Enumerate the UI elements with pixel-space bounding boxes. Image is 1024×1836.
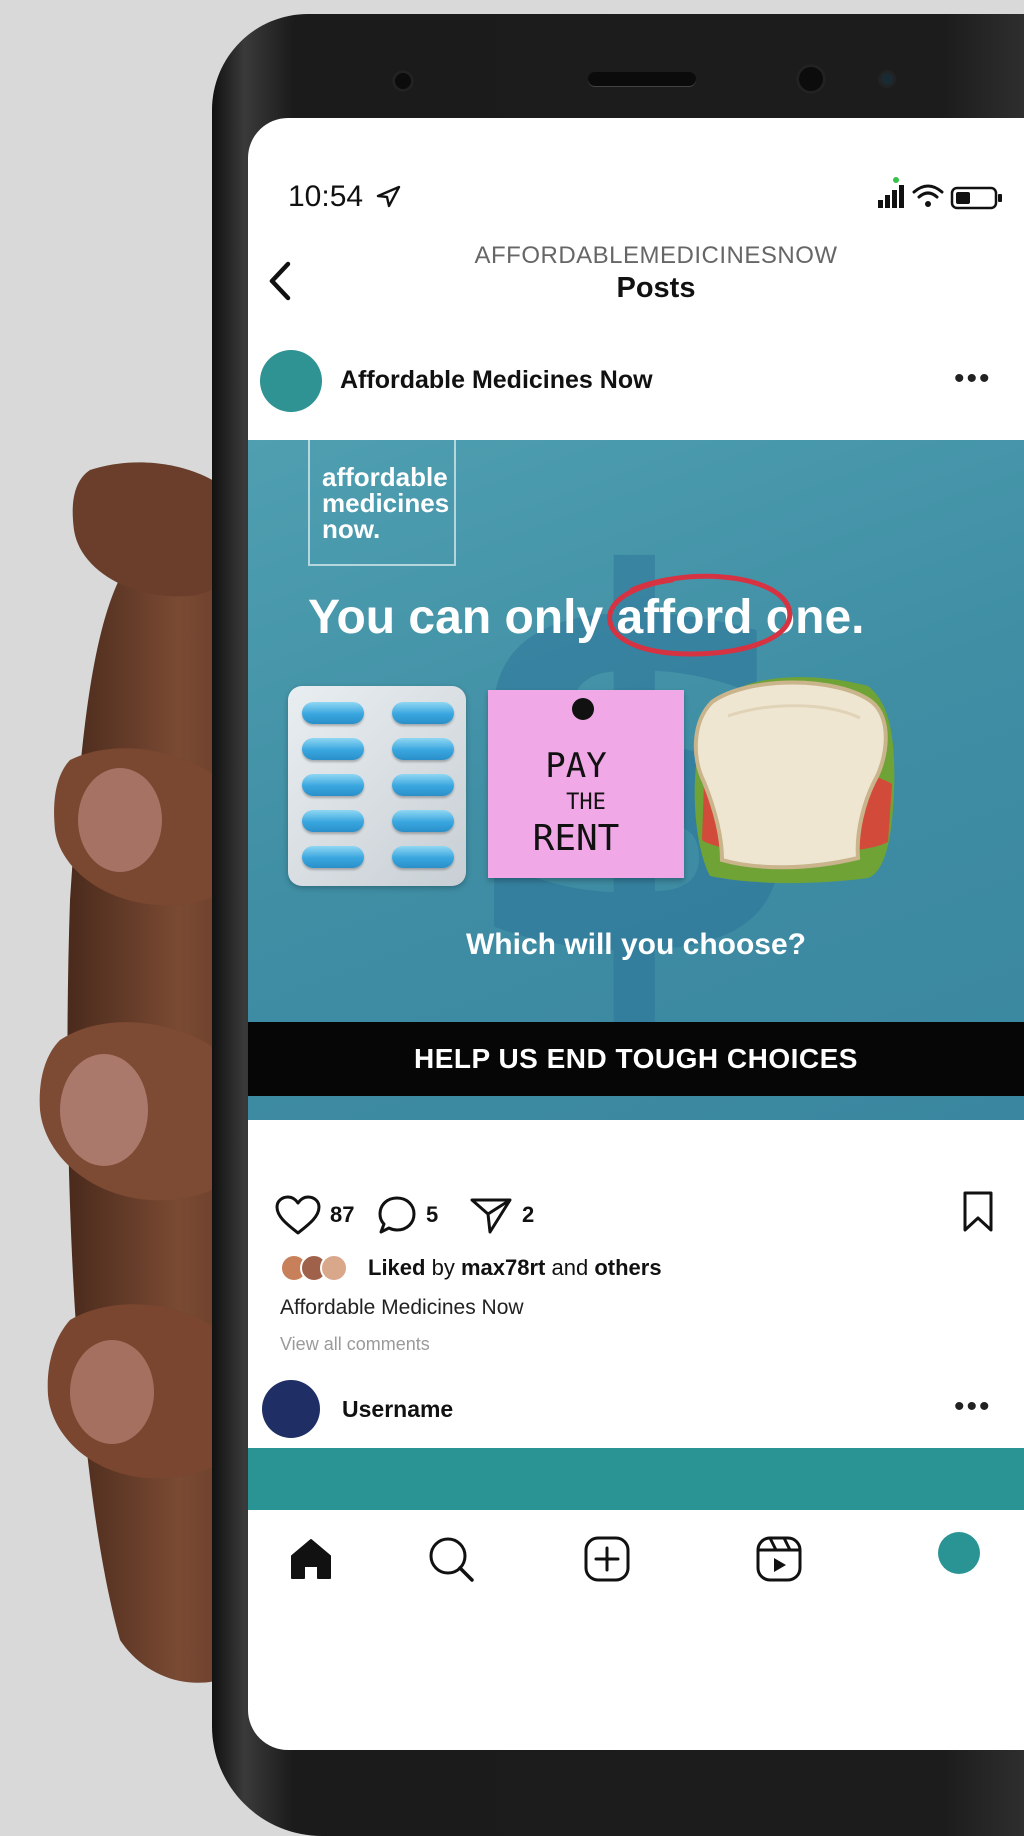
signal-icon	[878, 185, 904, 208]
liked-by-others[interactable]: others	[594, 1255, 661, 1281]
search-icon[interactable]	[424, 1532, 478, 1586]
wifi-icon	[912, 184, 944, 207]
heart-icon[interactable]	[274, 1194, 322, 1236]
earpiece-speaker	[588, 72, 696, 86]
share-icon[interactable]	[468, 1194, 514, 1236]
post-cta-banner: HELP US END TOUGH CHOICES	[248, 1022, 1024, 1096]
page-title: Posts	[616, 272, 696, 304]
share-action[interactable]: 2	[468, 1194, 534, 1236]
view-all-comments-link[interactable]: View all comments	[280, 1334, 430, 1355]
sticky-note: PAY THE RENT	[488, 690, 684, 878]
phone-screen: 10:54 AFFORDABLEMEDICINESNOW Posts Affor…	[248, 118, 1024, 1750]
create-icon[interactable]	[580, 1532, 634, 1586]
liked-label: Liked	[368, 1255, 426, 1280]
profile-avatar[interactable]	[938, 1532, 980, 1574]
reels-icon[interactable]	[752, 1532, 806, 1586]
battery-icon	[950, 186, 1002, 210]
post-caption: Affordable Medicines Now	[280, 1296, 524, 1319]
account-handle: AFFORDABLEMEDICINESNOW	[474, 242, 838, 269]
share-count: 2	[522, 1202, 535, 1227]
front-camera	[392, 70, 414, 92]
post-image[interactable]: $ affordable medicines now. You can only…	[248, 440, 1024, 1120]
comment-action[interactable]: 5	[376, 1194, 438, 1236]
comment-count: 5	[426, 1202, 439, 1227]
post-more-options-icon[interactable]: •••	[954, 362, 992, 396]
location-arrow-icon	[377, 185, 401, 208]
like-count: 87	[330, 1202, 355, 1227]
post-author-name[interactable]: Affordable Medicines Now	[340, 366, 653, 395]
mic-indicator-icon	[893, 177, 899, 183]
brand-logo: affordable medicines now.	[308, 440, 456, 566]
bookmark-icon[interactable]	[960, 1190, 996, 1234]
next-post-avatar[interactable]	[262, 1380, 320, 1438]
proximity-sensor	[796, 64, 826, 94]
next-post-username[interactable]: Username	[342, 1396, 453, 1423]
liked-by-username[interactable]: max78rt	[461, 1255, 545, 1281]
light-sensor	[878, 70, 896, 88]
sandwich-image	[693, 677, 895, 884]
hand-drawn-circle	[607, 573, 793, 657]
next-post-image-preview[interactable]	[248, 1448, 1024, 1510]
bottom-nav	[248, 1510, 1024, 1610]
liked-by-row[interactable]: Liked by max78rt and others	[280, 1254, 662, 1282]
post-author-avatar[interactable]	[260, 350, 322, 412]
status-icons	[878, 177, 1002, 210]
pill-blister-pack	[288, 686, 466, 886]
pushpin-icon	[572, 698, 594, 720]
status-time: 10:54	[288, 180, 401, 214]
next-post-more-icon[interactable]: •••	[954, 1390, 992, 1424]
home-icon[interactable]	[284, 1532, 338, 1586]
like-action[interactable]: 87	[274, 1194, 354, 1236]
post-subheadline: Which will you choose?	[465, 928, 807, 961]
comment-icon[interactable]	[376, 1194, 418, 1236]
liker-avatar	[320, 1254, 348, 1282]
